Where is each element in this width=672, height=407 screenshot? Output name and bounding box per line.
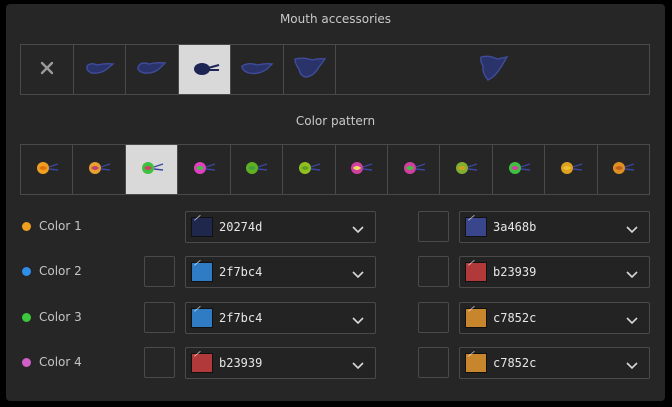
pattern-12-button[interactable] [598, 145, 649, 194]
pattern-9-button[interactable] [440, 145, 493, 194]
mouth-accessory-strip [20, 44, 650, 95]
pattern-6-icon [294, 158, 324, 182]
color-label: Color 3 [39, 310, 82, 324]
color-2-right-checkbox[interactable] [418, 256, 449, 287]
mouth-accessory-1-icon [83, 57, 117, 83]
color-hex-value: b23939 [219, 356, 263, 370]
color-1-right-checkbox[interactable] [418, 211, 449, 242]
color-row-2: Color 2 2f7bc4 b23939 [20, 256, 651, 288]
mouth-accessory-6-button[interactable] [336, 45, 649, 94]
pattern-10-button[interactable] [493, 145, 546, 194]
color-swatch [191, 308, 213, 328]
color-hex-value: c7852c [493, 356, 537, 370]
mouth-accessory-5-button[interactable] [284, 45, 336, 94]
accessory-panel: Mouth accessories Color pattern Color 1 2… [6, 4, 665, 401]
color-2-right-dropdown[interactable]: b23939 [459, 256, 650, 288]
color-swatch [191, 353, 213, 373]
pattern-9-icon [451, 158, 481, 182]
color-pattern-strip [20, 144, 650, 195]
pattern-8-icon [399, 158, 429, 182]
chevron-down-icon [351, 221, 365, 240]
color-swatch [465, 308, 487, 328]
mouth-accessory-4-icon [239, 57, 275, 83]
color-hex-value: 2f7bc4 [219, 311, 263, 325]
color-label: Color 4 [39, 355, 82, 369]
pattern-10-icon [504, 158, 534, 182]
color-2-left-dropdown[interactable]: 2f7bc4 [185, 256, 376, 288]
chevron-down-icon [351, 312, 365, 331]
mouth-accessory-2-button[interactable] [126, 45, 179, 94]
color-pattern-title: Color pattern [295, 114, 376, 128]
pattern-7-icon [346, 158, 376, 182]
color-hex-value: 20274d [219, 220, 263, 234]
color-3-left-dropdown[interactable]: 2f7bc4 [185, 302, 376, 334]
pattern-8-button[interactable] [388, 145, 441, 194]
pattern-7-button[interactable] [336, 145, 388, 194]
none-icon [37, 58, 57, 82]
pattern-4-button[interactable] [178, 145, 231, 194]
chevron-down-icon [625, 221, 639, 240]
color-3-left-checkbox[interactable] [144, 302, 175, 333]
color-3-right-checkbox[interactable] [418, 302, 449, 333]
color-hex-value: c7852c [493, 311, 537, 325]
color-dot-icon [22, 267, 31, 276]
color-1-left-dropdown[interactable]: 20274d [185, 211, 376, 243]
color-4-right-dropdown[interactable]: c7852c [459, 347, 650, 379]
color-hex-value: b23939 [493, 265, 537, 279]
pattern-11-button[interactable] [545, 145, 598, 194]
color-label: Color 1 [39, 219, 82, 233]
pattern-2-button[interactable] [73, 145, 126, 194]
mouth-none-button[interactable] [21, 45, 74, 94]
color-4-right-checkbox[interactable] [418, 347, 449, 378]
pattern-3-icon [137, 158, 167, 182]
color-swatch [465, 353, 487, 373]
color-hex-value: 3a468b [493, 220, 537, 234]
chevron-down-icon [625, 312, 639, 331]
color-label: Color 2 [39, 264, 82, 278]
pattern-1-button[interactable] [21, 145, 74, 194]
color-dot-icon [22, 313, 31, 322]
color-row-3: Color 3 2f7bc4 c7852c [20, 302, 651, 334]
pattern-5-icon [241, 158, 271, 182]
mouth-accessory-5-icon [292, 54, 328, 86]
mouth-accessory-3-icon [188, 57, 222, 83]
color-3-right-dropdown[interactable]: c7852c [459, 302, 650, 334]
pattern-6-button[interactable] [283, 145, 336, 194]
pattern-12-icon [608, 158, 638, 182]
mouth-accessory-2-icon [135, 57, 169, 83]
color-4-left-checkbox[interactable] [144, 347, 175, 378]
color-swatch [191, 217, 213, 237]
mouth-accessory-3-button[interactable] [179, 45, 231, 94]
pattern-2-icon [84, 158, 114, 182]
chevron-down-icon [351, 266, 365, 285]
color-4-left-dropdown[interactable]: b23939 [185, 347, 376, 379]
pattern-4-icon [189, 158, 219, 182]
color-row-4: Color 4 b23939 c7852c [20, 347, 651, 379]
pattern-11-icon [556, 158, 586, 182]
color-swatch [465, 262, 487, 282]
color-2-left-checkbox[interactable] [144, 256, 175, 287]
chevron-down-icon [625, 266, 639, 285]
pattern-1-icon [32, 158, 62, 182]
color-swatch [465, 217, 487, 237]
color-row-1: Color 1 20274d 3a468b [20, 211, 651, 243]
color-swatch [191, 262, 213, 282]
pattern-3-button[interactable] [125, 145, 179, 194]
color-dot-icon [22, 222, 31, 231]
mouth-accessory-6-icon [475, 53, 511, 87]
color-hex-value: 2f7bc4 [219, 265, 263, 279]
chevron-down-icon [351, 357, 365, 376]
color-1-right-dropdown[interactable]: 3a468b [459, 211, 650, 243]
color-dot-icon [22, 358, 31, 367]
mouth-accessory-1-button[interactable] [74, 45, 126, 94]
mouth-accessories-title: Mouth accessories [279, 12, 392, 26]
chevron-down-icon [625, 357, 639, 376]
pattern-5-button[interactable] [231, 145, 284, 194]
mouth-accessory-4-button[interactable] [231, 45, 284, 94]
